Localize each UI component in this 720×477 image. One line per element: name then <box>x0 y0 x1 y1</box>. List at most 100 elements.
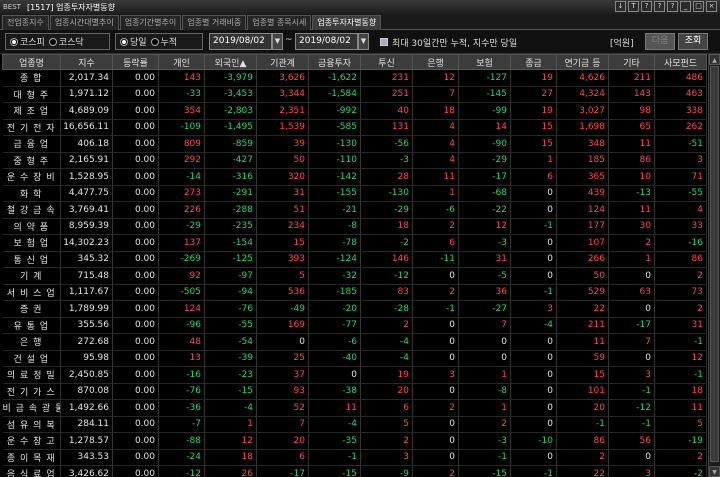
value-cell: 2 <box>412 399 459 417</box>
table-row[interactable]: 종 이 목 재 343.53 0.00 -24 18 6 -1 3 0 -1 0 2 0 2 <box>2 449 707 466</box>
sector-name-cell: 증 권 <box>2 300 61 318</box>
table-row[interactable]: 전 기 전 자 16,656.11 0.00 -109 -1,495 1,539 -585 1… <box>2 119 707 136</box>
table-row[interactable]: 철 강 금 속 3,769.41 0.00 226 -288 51 -21 -29 -6 -22 0… <box>2 201 707 219</box>
value-cell: 0.00 <box>112 416 159 433</box>
value-cell: -1 <box>510 284 557 301</box>
text-size-icon[interactable]: T <box>628 1 639 12</box>
column-header[interactable]: 연기금 등 <box>556 54 609 70</box>
value-cell: 4,689.09 <box>60 102 113 120</box>
value-cell: 25 <box>256 350 309 367</box>
column-header[interactable]: 투신 <box>360 54 413 70</box>
table-row[interactable]: 보 험 업 14,302.23 0.00 137 -154 15 -78 -2 6 -3 0 107 2… <box>2 234 707 252</box>
table-row[interactable]: 종 합 2,017.34 0.00 143 -3,979 3,626 -1,622 231 12… <box>2 69 707 87</box>
column-header[interactable]: 금융투자 <box>308 54 361 70</box>
table-row[interactable]: 섬 유 의 복 284.11 0.00 -7 1 7 -4 5 0 2 0 -1 -1 5 <box>2 416 707 433</box>
value-cell: 124 <box>158 300 205 318</box>
radio-kospi[interactable]: 코스피 <box>10 35 45 48</box>
value-cell: 0 <box>412 432 459 450</box>
column-header[interactable]: 개인 <box>158 54 205 70</box>
table-row[interactable]: 증 권 1,789.99 0.00 124 -76 -49 -20 -28 -1 -27 3 22 0 2 <box>2 300 707 318</box>
radio-kosdaq[interactable]: 코스닥 <box>48 35 84 48</box>
value-cell: -68 <box>458 185 511 202</box>
cumulative-checkbox[interactable] <box>380 38 388 46</box>
table-row[interactable]: 건 설 업 95.98 0.00 13 -39 25 -40 -4 0 0 0 59 0 12 <box>2 350 707 367</box>
table-row[interactable]: 운 수 장 비 1,528.95 0.00 -14 -316 320 -142 28 11 -17… <box>2 168 707 186</box>
date-separator: ~ <box>285 35 293 45</box>
start-date-calendar-icon[interactable]: ▼ <box>272 33 283 50</box>
column-header[interactable]: 종금 <box>510 54 557 70</box>
table-row[interactable]: 의 료 정 밀 2,450.85 0.00 -16 -23 37 0 19 3 1 0 15 3 -1 <box>2 366 707 384</box>
column-header[interactable]: 지수 <box>60 54 113 70</box>
table-row[interactable]: 통 신 업 345.32 0.00 -269 -125 393 -124 146 -11 31 0 2… <box>2 251 707 268</box>
table-row[interactable]: 의 약 품 8,959.39 0.00 -29 -235 234 -8 18 2 12 -1 177 3… <box>2 218 707 235</box>
tab-sector-trade-share[interactable]: 업종별 거래비중 <box>182 15 247 30</box>
radio-cumulative[interactable]: 누적 <box>150 35 177 48</box>
value-cell: 7 <box>256 416 309 433</box>
link-icon[interactable]: ? <box>654 1 665 12</box>
table-row[interactable]: 운 수 창 고 1,278.57 0.00 -88 12 20 -35 2 0 -3 -10 86 56… <box>2 432 707 450</box>
table-row[interactable]: 서 비 스 업 1,117.67 0.00 -505 -94 536 -185 83 2 36 -1… <box>2 284 707 301</box>
value-cell: -27 <box>458 300 511 318</box>
column-header[interactable]: 외국인▲ <box>204 54 257 70</box>
column-header[interactable]: 업종명 <box>2 54 61 70</box>
value-cell: -8 <box>308 218 361 235</box>
tab-all-sector-index[interactable]: 전업종지수 <box>2 15 49 30</box>
next-button[interactable]: 다음 <box>645 33 675 50</box>
table-row[interactable]: 은 행 272.68 0.00 48 -54 0 -6 -4 0 0 0 11 7 -1 <box>2 333 707 351</box>
value-cell: 0.00 <box>112 251 159 268</box>
unit-label: [억원] <box>610 39 634 49</box>
table-row[interactable]: 전 기 가 스 870.08 0.00 -76 -15 93 -38 20 0 -8 0 101 -1 1… <box>2 383 707 400</box>
table-row[interactable]: 화 학 4,477.75 0.00 273 -291 31 -155 -130 1 -68 0 439… <box>2 185 707 202</box>
pin-icon[interactable]: ↓ <box>615 1 626 12</box>
tab-sector-investor-trend[interactable]: 업종투자자별동향 <box>312 15 382 30</box>
value-cell: -1 <box>654 333 707 351</box>
maximize-button[interactable]: □ <box>693 1 704 12</box>
value-cell: 12 <box>412 69 459 87</box>
sector-name-cell: 음 식 료 업 <box>2 465 61 477</box>
value-cell: 13 <box>158 350 205 367</box>
column-header[interactable]: 사모펀드 <box>654 54 707 70</box>
value-cell: 4 <box>412 152 459 169</box>
toolbar: 코스피 코스닥 당일 누적 2019/08/02 ▼ ~ 2019/08/02 … <box>0 30 720 54</box>
end-date-input[interactable]: 2019/08/02 <box>295 33 358 50</box>
table-row[interactable]: 기 계 715.48 0.00 92 -97 5 -32 -12 0 -5 0 50 0 2 <box>2 267 707 285</box>
value-cell: 343.53 <box>60 449 113 466</box>
vertical-scrollbar[interactable]: ▲ ▼ <box>708 54 720 477</box>
value-cell: 0.00 <box>112 399 159 417</box>
end-date-calendar-icon[interactable]: ▼ <box>358 33 369 50</box>
column-header[interactable]: 은행 <box>412 54 459 70</box>
value-cell: -1,622 <box>308 69 361 87</box>
help-icon[interactable]: ? <box>641 1 652 12</box>
value-cell: -39 <box>204 350 257 367</box>
settings-icon[interactable]: ? <box>667 1 678 12</box>
value-cell: 1,971.12 <box>60 86 113 103</box>
scroll-thumb[interactable] <box>710 66 719 462</box>
close-button[interactable]: × <box>706 1 717 12</box>
query-button[interactable]: 조회 <box>678 33 708 50</box>
value-cell: 48 <box>158 333 205 351</box>
value-cell: 4 <box>412 119 459 136</box>
value-cell: 0.00 <box>112 383 159 400</box>
column-header[interactable]: 등락률 <box>112 54 159 70</box>
column-header[interactable]: 보험 <box>458 54 511 70</box>
table-row[interactable]: 대 형 주 1,971.12 0.00 -33 -3,453 3,344 -1,584 251… <box>2 86 707 103</box>
value-cell: -55 <box>204 317 257 334</box>
minimize-button[interactable]: _ <box>680 1 691 12</box>
scroll-down-icon[interactable]: ▼ <box>709 466 720 477</box>
tab-sector-intraday-trend[interactable]: 업종시간대별추이 <box>49 15 119 30</box>
column-header[interactable]: 기타 <box>608 54 655 70</box>
column-header[interactable]: 기관계 <box>256 54 309 70</box>
table-row[interactable]: 중 형 주 2,165.91 0.00 292 -427 50 -110 -3 4 -29 1 185… <box>2 152 707 169</box>
start-date-input[interactable]: 2019/08/02 <box>209 33 272 50</box>
scroll-up-icon[interactable]: ▲ <box>709 54 720 65</box>
radio-today[interactable]: 당일 <box>120 35 147 48</box>
tab-sector-stock-quotes[interactable]: 업종별 종목시세 <box>247 15 312 30</box>
table-row[interactable]: 비 금 속 광 물 1,492.66 0.00 -36 -4 52 11 6 2 1 0 20 -12 1… <box>2 399 707 417</box>
table-row[interactable]: 금 융 업 406.18 0.00 809 -859 39 -130 -56 4 -90 15 348… <box>2 135 707 153</box>
radio-dot-cumulative <box>150 37 159 46</box>
table-row[interactable]: 제 조 업 4,689.09 0.00 354 -2,803 2,351 -992 40 18-… <box>2 102 707 120</box>
table-row[interactable]: 유 통 업 355.56 0.00 -96 -55 169 -77 2 0 7 -4 211 -17 31 <box>2 317 707 334</box>
value-cell: -29 <box>360 201 413 219</box>
tab-sector-period-trend[interactable]: 업종기간별추이 <box>119 15 182 30</box>
table-row[interactable]: 음 식 료 업 3,426.62 0.00 -12 26 -17 -15 -9 2 -15 -1 22… <box>2 465 707 477</box>
